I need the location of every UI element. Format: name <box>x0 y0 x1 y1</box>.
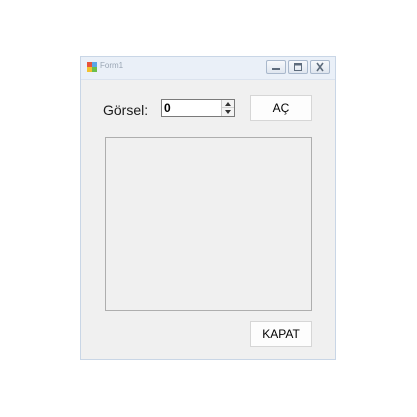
close-icon <box>316 62 324 72</box>
title-bar[interactable]: Form1 <box>81 57 335 80</box>
maximize-icon <box>294 63 302 71</box>
arrow-down-icon <box>225 110 231 114</box>
minimize-button[interactable] <box>266 60 286 74</box>
close-button[interactable]: KAPAT <box>250 321 312 347</box>
spin-up-button[interactable] <box>222 100 234 108</box>
picture-box <box>105 137 312 311</box>
arrow-up-icon <box>225 102 231 106</box>
app-icon <box>87 62 97 72</box>
maximize-button[interactable] <box>288 60 308 74</box>
gorsel-numeric-updown[interactable]: 0 <box>161 99 235 117</box>
close-window-button[interactable] <box>310 60 330 74</box>
gorsel-label: Görsel: <box>103 102 149 118</box>
gorsel-value[interactable]: 0 <box>164 101 171 115</box>
window-title: Form1 <box>100 61 124 70</box>
form-window: Form1 Görsel: 0 AÇ KAPAT <box>80 56 336 360</box>
spinner-buttons <box>221 100 234 116</box>
spin-down-button[interactable] <box>222 108 234 116</box>
minimize-icon <box>272 68 280 70</box>
open-button[interactable]: AÇ <box>250 95 312 121</box>
